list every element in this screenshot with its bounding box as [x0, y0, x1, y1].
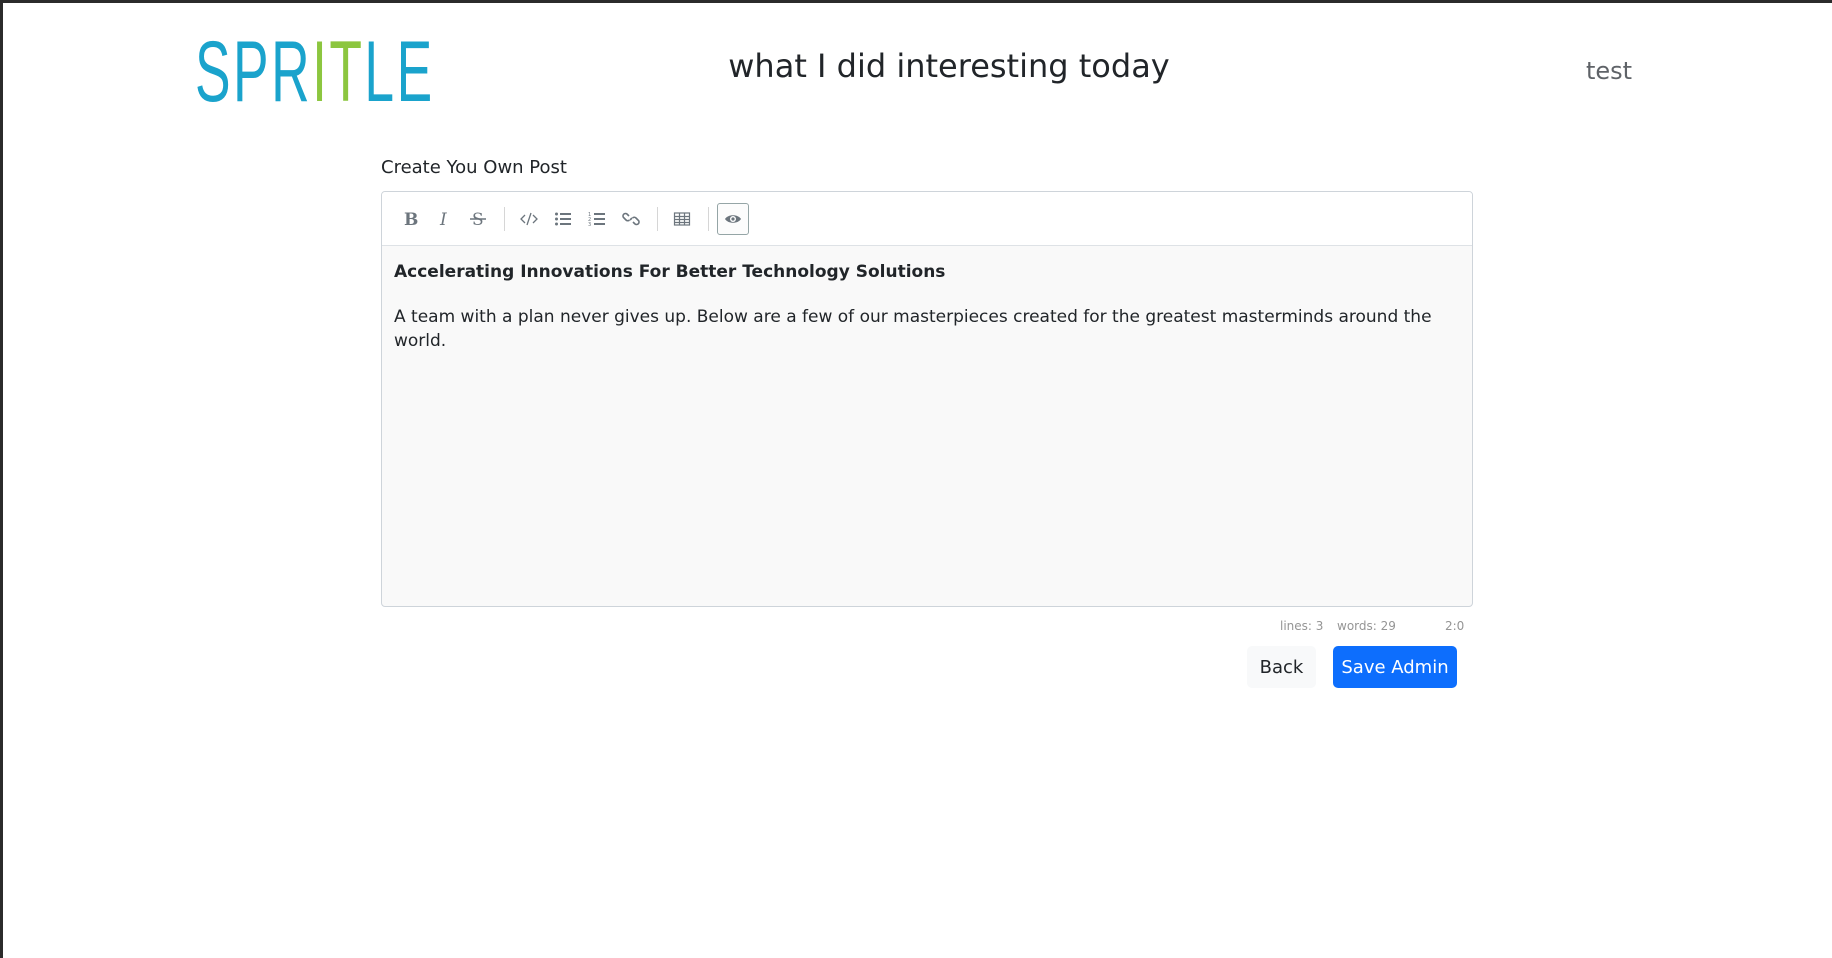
markdown-editor: B I S 123 Accelerating Innovations For B…	[381, 191, 1473, 607]
back-button[interactable]: Back	[1247, 646, 1316, 688]
header: SPR IT LE what I did interesting today tes…	[3, 3, 1832, 123]
post-paragraph: A team with a plan never gives up. Below…	[394, 307, 1432, 351]
table-icon[interactable]	[666, 203, 698, 235]
italic-icon[interactable]: I	[428, 203, 460, 235]
svg-text:B: B	[404, 210, 418, 228]
bold-icon[interactable]: B	[394, 203, 426, 235]
form-label: Create You Own Post	[381, 157, 567, 178]
svg-text:I: I	[439, 210, 447, 228]
user-name[interactable]: test	[1586, 57, 1632, 85]
ordered-list-icon[interactable]: 123	[581, 203, 613, 235]
code-icon[interactable]	[513, 203, 545, 235]
link-icon[interactable]	[615, 203, 647, 235]
post-heading: Accelerating Innovations For Better Tech…	[394, 262, 946, 282]
svg-text:3: 3	[588, 222, 591, 228]
status-cursor: 2:0	[1445, 619, 1465, 633]
status-words: words: 29	[1337, 619, 1396, 633]
editor-toolbar: B I S 123	[382, 192, 1472, 246]
toolbar-separator	[504, 206, 505, 231]
status-lines: lines: 3	[1280, 619, 1324, 633]
save-admin-button[interactable]: Save Admin	[1333, 646, 1457, 688]
strikethrough-icon[interactable]: S	[462, 203, 494, 235]
toolbar-separator	[708, 206, 709, 231]
toolbar-separator	[657, 206, 658, 231]
preview-icon[interactable]	[717, 202, 749, 235]
page-title: what I did interesting today	[728, 47, 1170, 85]
editor-content[interactable]: Accelerating Innovations For Better Tech…	[382, 246, 1472, 367]
unordered-list-icon[interactable]	[547, 203, 579, 235]
